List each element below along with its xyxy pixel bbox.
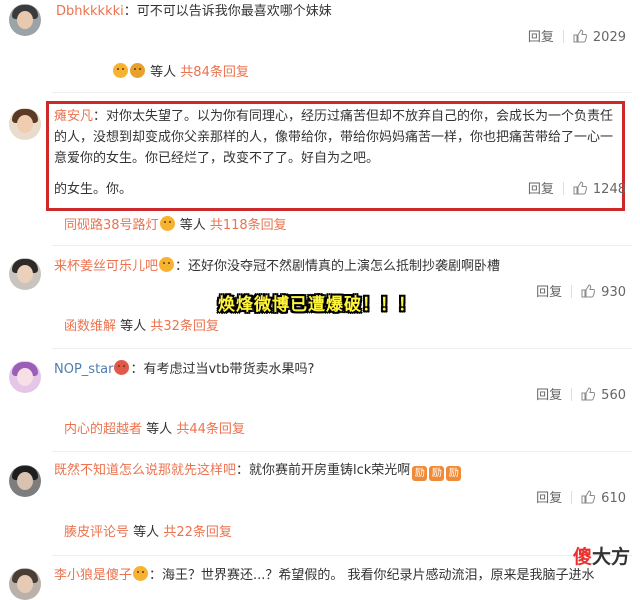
overlay-banner: 焕烽微博已遭爆破！！！ (218, 295, 416, 315)
reply-count-link[interactable]: 共22条回复 (163, 525, 232, 540)
like-thumb-icon[interactable] (573, 181, 587, 195)
comment-text: ：有考虑过当vtb带货卖水果吗? (130, 362, 315, 377)
reply-user-link[interactable]: 同砚路38号路灯 (64, 218, 159, 233)
divider (52, 451, 632, 452)
reply-summary[interactable]: 同砚路38号路灯 等人 共118条回复 (64, 216, 287, 236)
comment-username[interactable]: 既然不知道怎么说那就先这样吧 (54, 463, 236, 478)
divider (571, 491, 573, 504)
emoji-icon (159, 257, 175, 272)
encourage-badge-icon: 励 (412, 466, 428, 481)
reply-summary[interactable]: 函数维解 等人 共32条回复 (64, 317, 219, 337)
reply-summary-prefix: 等人 (133, 525, 160, 540)
comment-text: ：海王？世界赛还...？希望假的。 我看你纪录片感动流泪，原来是我脑子进水 (149, 568, 595, 583)
reply-count-link[interactable]: 共44条回复 (176, 422, 245, 437)
comment-username[interactable]: 瘫安凡 (54, 109, 93, 124)
like-count: 930 (601, 285, 626, 300)
like-thumb-icon[interactable] (581, 387, 596, 401)
comment-actions: 回复 2029 (528, 26, 626, 45)
avatar[interactable] (9, 4, 41, 36)
divider (52, 245, 632, 246)
reply-button[interactable]: 回复 (536, 388, 562, 403)
comment-username[interactable]: Dbhkkkkki (56, 4, 124, 19)
divider (52, 555, 632, 556)
divider (571, 285, 573, 298)
divider (562, 182, 564, 195)
divider (571, 388, 573, 401)
reply-summary-prefix: 等人 (150, 65, 177, 80)
divider (52, 92, 632, 93)
reply-user-link[interactable]: 腠皮评论号 (64, 525, 129, 540)
comment-actions: 回复 610 (536, 487, 626, 506)
comment-actions: 回复 930 (536, 281, 626, 300)
like-count: 610 (601, 491, 626, 506)
avatar[interactable] (9, 108, 41, 140)
reply-count-link[interactable]: 共118条回复 (210, 218, 287, 233)
like-thumb-icon[interactable] (573, 29, 587, 43)
divider (562, 30, 564, 43)
like-count: 2029 (592, 30, 626, 45)
comment-username[interactable]: NOP_star (54, 362, 113, 377)
comment-text-line1: ：对你太失望了。以为你有同理心，经历过痛苦但却不放弃自己的你，会成长为一个负责任 (93, 109, 614, 124)
like-count: 1248 (592, 182, 626, 197)
like-thumb-icon[interactable] (581, 284, 596, 298)
reply-summary-prefix: 等人 (179, 218, 206, 233)
reply-count-link[interactable]: 共84条回复 (180, 65, 249, 80)
comment-actions: 回复 1248 (528, 178, 626, 197)
avatar[interactable] (9, 361, 41, 393)
comment-username[interactable]: 李小狼是傻子 (54, 568, 132, 583)
emoji-icon (113, 63, 128, 78)
divider (52, 348, 632, 349)
reply-button[interactable]: 回复 (528, 182, 554, 197)
encourage-badge-icon: 励 (446, 466, 462, 481)
reply-summary-prefix: 等人 (146, 422, 173, 437)
like-count: 560 (601, 388, 626, 403)
emoji-icon (133, 566, 149, 581)
reply-summary[interactable]: 等人 共84条回复 (112, 63, 249, 83)
comment-text: ：可不可以告诉我你最喜欢哪个妹妹 (123, 4, 332, 19)
comment-text: ：还好你没夺冠不然剧情真的上演怎么抵制抄袭剧啊卧槽 (175, 259, 501, 274)
reply-user-link[interactable]: 函数维解 (64, 319, 116, 334)
reply-button[interactable]: 回复 (536, 285, 562, 300)
reply-summary[interactable]: 内心的超越者 等人 共44条回复 (64, 420, 245, 440)
comment-text-line2: 的人，没想到却变成你父亲那样的人，像带给你，带给你妈妈痛苦一样，你也把痛苦带给了… (54, 130, 614, 145)
avatar[interactable] (9, 258, 41, 290)
reply-count-link[interactable]: 共32条回复 (150, 319, 219, 334)
reply-button[interactable]: 回复 (536, 491, 562, 506)
watermark-logo: 傻大方 (572, 546, 630, 568)
emoji-icon (159, 216, 175, 231)
comment-text: ：就你赛前开房重铸lck荣光啊 (236, 463, 411, 478)
avatar[interactable] (9, 465, 41, 497)
reply-user-link[interactable]: 内心的超越者 (64, 422, 142, 437)
avatar[interactable] (9, 568, 41, 600)
comment-text-line4: 的女生。你。 (54, 182, 133, 197)
reply-button[interactable]: 回复 (528, 30, 554, 45)
comment-username[interactable]: 来杯姜丝可乐儿吧 (54, 259, 158, 274)
reply-summary[interactable]: 腠皮评论号 等人 共22条回复 (64, 523, 232, 543)
emoji-icon (130, 63, 145, 78)
encourage-badge-icon: 励 (429, 466, 445, 481)
reply-summary-prefix: 等人 (120, 319, 147, 334)
emoji-icon (114, 360, 130, 375)
comment-actions: 回复 560 (536, 384, 626, 403)
like-thumb-icon[interactable] (581, 490, 596, 504)
comment-text-line3: 意爱你的女生。你已经烂了，改变不了了。好自为之吧。 (54, 151, 380, 166)
